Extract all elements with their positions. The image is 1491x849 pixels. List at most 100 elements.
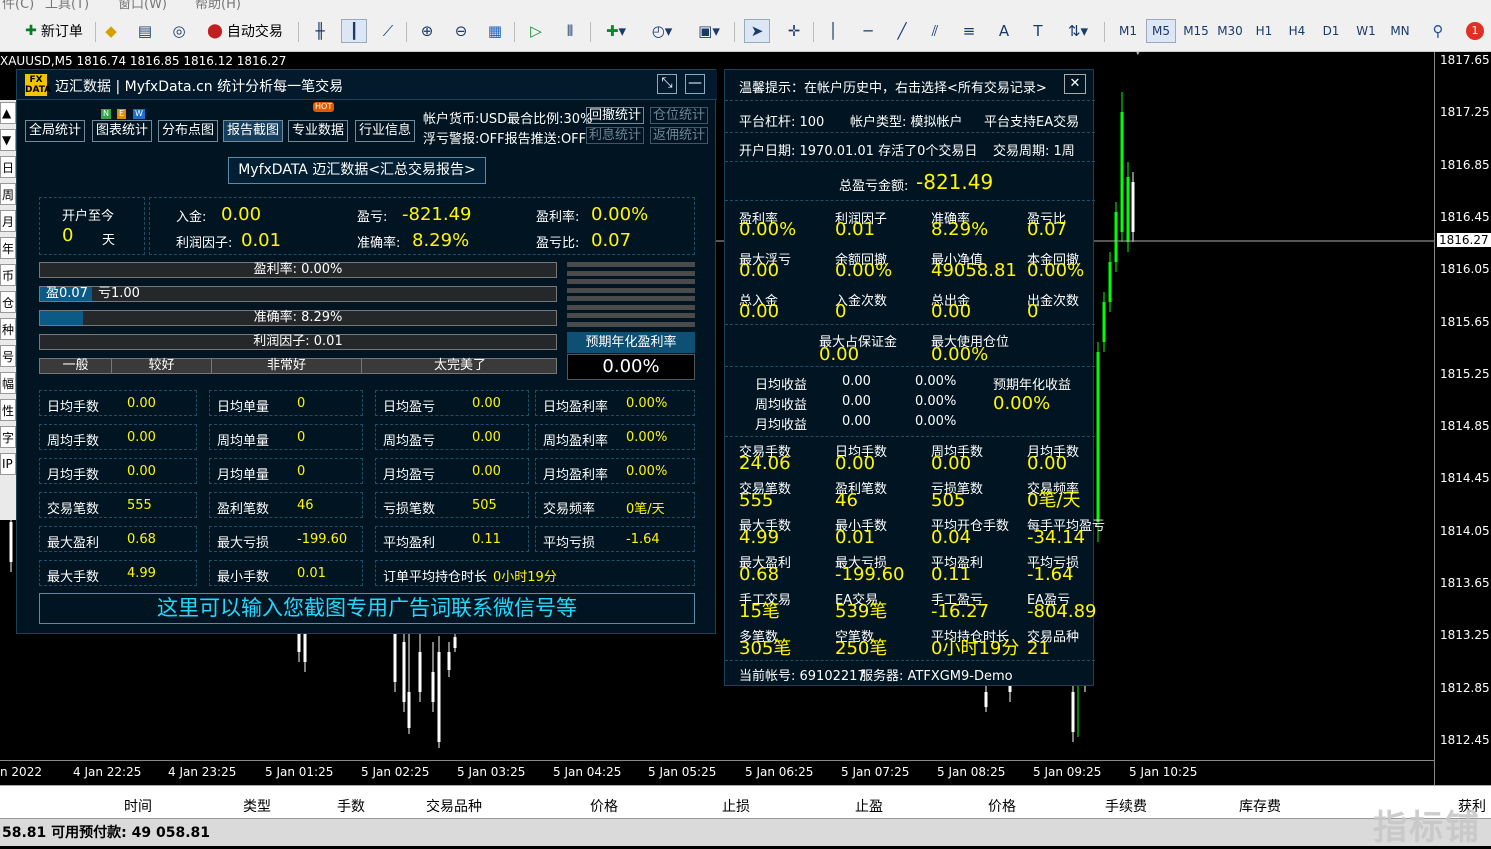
new-order-button[interactable]: ✚ 新订单 <box>16 19 92 43</box>
gold-icon[interactable]: ◆ <box>99 19 123 43</box>
search-icon[interactable]: ⚲ <box>1426 19 1450 43</box>
ad-text-banner[interactable]: 这里可以输入您截图专用广告词联系微信号等 <box>39 593 695 624</box>
left-tab[interactable]: 年 <box>0 237 16 259</box>
column-header[interactable]: 止盈 <box>855 796 883 816</box>
period-m1[interactable]: M1 <box>1114 19 1142 43</box>
channel-icon[interactable]: ⫽ <box>923 19 947 43</box>
left-tab[interactable]: 字 <box>0 426 16 448</box>
stat-value: 0.00 <box>472 464 501 479</box>
badge-hot: HOT <box>313 102 335 112</box>
notification-icon[interactable]: 1 <box>1462 19 1488 43</box>
rebate-stats-button[interactable]: 返佣统计 <box>650 127 709 144</box>
line-chart-icon[interactable]: ⟋ <box>376 19 400 43</box>
column-header[interactable]: 价格 <box>590 796 618 816</box>
metric-value: 8.29% <box>931 219 989 240</box>
interest-stats-button[interactable]: 利息统计 <box>586 127 645 144</box>
account-currency-info: 帐户货币:USD最合比例:30% <box>423 112 593 127</box>
left-tab[interactable]: 性 <box>0 399 16 421</box>
stat-value: 0 <box>297 396 306 411</box>
close-icon[interactable]: ✕ <box>1064 74 1086 94</box>
left-tab[interactable]: 仓 <box>0 291 16 313</box>
nav-industry-info[interactable]: 行业信息 <box>355 120 416 142</box>
summary-report-button[interactable]: MyfxDATA 迈汇数据<汇总交易报告> <box>228 157 486 184</box>
fibonacci-icon[interactable]: ≡ <box>957 19 981 43</box>
period-m15[interactable]: M15 <box>1180 19 1212 43</box>
auto-trade-button[interactable]: ⬤ 自动交易 <box>199 19 291 43</box>
metric-value: 0.04 <box>931 527 972 548</box>
column-header[interactable]: 手续费 <box>1105 796 1147 816</box>
pl-ratio-label: 盈亏比: <box>536 236 580 251</box>
candle-body <box>1126 177 1130 242</box>
periods-icon[interactable]: ◴▾ <box>644 19 680 43</box>
left-tab[interactable]: 月 <box>0 210 16 232</box>
nav-distribution[interactable]: 分布点图 <box>158 120 219 142</box>
nav-report-screenshot[interactable]: 报告截图 <box>223 120 284 142</box>
auto-scroll-icon[interactable]: ▷ <box>524 19 548 43</box>
zoom-out-icon[interactable]: ⊖ <box>449 19 473 43</box>
column-header[interactable]: 库存费 <box>1239 796 1281 816</box>
time-tick: n 2022 <box>0 765 42 779</box>
period-d1[interactable]: D1 <box>1317 19 1345 43</box>
vertical-line-icon[interactable]: │ <box>821 19 845 43</box>
left-tab[interactable]: IP <box>0 453 16 475</box>
period-m30[interactable]: M30 <box>1214 19 1246 43</box>
stripe-bar <box>567 262 695 267</box>
metric-value: 0 <box>1027 301 1039 322</box>
metric-value: 0.68 <box>739 564 780 585</box>
left-tab[interactable]: 周 <box>0 183 16 205</box>
period-w1[interactable]: W1 <box>1351 19 1381 43</box>
menu-item[interactable]: 窗口(W) <box>118 0 167 10</box>
trendline-icon[interactable]: ╱ <box>890 19 914 43</box>
signal-icon[interactable]: ◎ <box>167 19 191 43</box>
column-header[interactable]: 价格 <box>988 796 1016 816</box>
crosshair-icon[interactable]: ✛ <box>782 19 806 43</box>
left-tab[interactable]: 号 <box>0 345 16 367</box>
menu-item[interactable]: 帮助(H) <box>195 0 241 10</box>
templates-icon[interactable]: ▣▾ <box>691 19 727 43</box>
resize-icon[interactable]: ⤡ <box>657 74 677 94</box>
left-tab[interactable]: ▼ <box>0 129 16 151</box>
text-icon[interactable]: A <box>992 19 1016 43</box>
nav-global-stats[interactable]: 全局统计 <box>25 120 86 142</box>
cursor-icon[interactable]: ➤ <box>744 19 770 43</box>
period-m5[interactable]: M5 <box>1146 19 1176 43</box>
current-price-label: 1816.27 <box>1437 233 1491 247</box>
period-h4[interactable]: H4 <box>1283 19 1311 43</box>
column-header[interactable]: 类型 <box>243 796 271 816</box>
column-header[interactable]: 时间 <box>124 796 152 816</box>
terminal-icon[interactable]: ▤ <box>133 19 157 43</box>
candle-body <box>447 652 451 670</box>
pl-value: -821.49 <box>402 204 472 225</box>
candlestick-icon[interactable]: ┃ <box>341 19 367 43</box>
accuracy-bar-label: 准确率: 8.29% <box>253 310 343 325</box>
horizontal-line-icon[interactable]: ─ <box>856 19 880 43</box>
drawdown-stats-button[interactable]: 回撤统计 <box>586 107 645 124</box>
column-header[interactable]: 止损 <box>722 796 750 816</box>
indicators-icon[interactable]: ✚ ▾ <box>598 19 634 43</box>
column-header[interactable]: 交易品种 <box>426 796 482 816</box>
period-mn[interactable]: MN <box>1385 19 1415 43</box>
candle-body <box>1096 352 1100 522</box>
metric-value: -34.14 <box>1027 527 1086 548</box>
menu-item[interactable]: 件(C) <box>2 0 34 10</box>
period-h1[interactable]: H1 <box>1250 19 1278 43</box>
trade-period-text: 交易周期: 1周 <box>993 144 1075 159</box>
minimize-icon[interactable]: — <box>685 74 705 94</box>
nav-pro-data[interactable]: 专业数据 <box>288 120 349 142</box>
left-tab[interactable]: 币 <box>0 264 16 286</box>
position-stats-button[interactable]: 仓位统计 <box>650 107 709 124</box>
column-header[interactable]: 手数 <box>337 796 365 816</box>
left-tab[interactable]: 幅 <box>0 372 16 394</box>
menu-item[interactable]: 工具(T) <box>45 0 89 10</box>
left-tab[interactable]: 日 <box>0 156 16 178</box>
zoom-in-icon[interactable]: ⊕ <box>415 19 439 43</box>
tile-windows-icon[interactable]: ▦ <box>483 19 507 43</box>
arrows-icon[interactable]: ⇅▾ <box>1060 19 1096 43</box>
bar-chart-icon[interactable]: ╫ <box>308 19 332 43</box>
metric-value: -199.60 <box>835 564 905 585</box>
nav-chart-stats[interactable]: 图表统计 <box>92 120 153 142</box>
label-icon[interactable]: T <box>1026 19 1050 43</box>
left-tab[interactable]: ▲ <box>0 102 16 124</box>
left-tab[interactable]: 种 <box>0 318 16 340</box>
chart-shift-icon[interactable]: ⫴ <box>558 19 582 43</box>
